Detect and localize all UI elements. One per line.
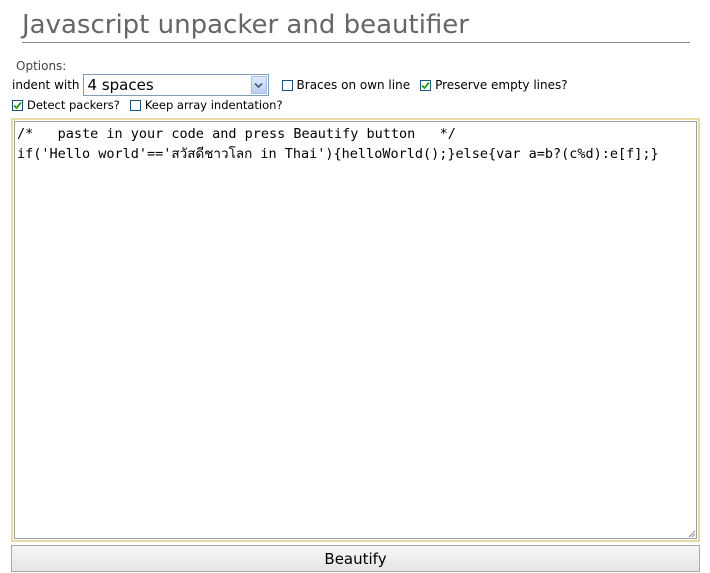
chevron-down-icon[interactable] [250, 76, 267, 94]
code-textarea-content[interactable]: /* paste in your code and press Beautify… [14, 121, 697, 539]
preserve-empty-lines-checkbox[interactable] [420, 79, 432, 91]
options-row-1: indent with 4 spaces Braces on own line … [12, 73, 578, 97]
resize-grip-icon[interactable] [687, 529, 696, 538]
keep-array-indentation-checkbox[interactable] [129, 99, 141, 111]
detect-packers-option[interactable]: Detect packers? [12, 98, 120, 112]
detect-packers-checkbox[interactable] [12, 99, 23, 111]
keep-array-indentation-label: Keep array indentation? [144, 98, 283, 112]
preserve-empty-lines-label: Preserve empty lines? [435, 78, 568, 92]
braces-own-line-option[interactable]: Braces on own line [281, 78, 411, 92]
checkmark-icon [13, 101, 22, 109]
beautify-button[interactable]: Beautify [11, 545, 700, 572]
braces-own-line-label: Braces on own line [296, 78, 411, 92]
checkmark-icon [421, 81, 430, 89]
keep-array-indentation-option[interactable]: Keep array indentation? [129, 98, 283, 112]
braces-own-line-checkbox[interactable] [281, 79, 293, 91]
detect-packers-label: Detect packers? [27, 98, 120, 112]
indent-label: indent with [12, 78, 80, 92]
indent-select[interactable]: 4 spaces [82, 74, 269, 96]
preserve-empty-lines-option[interactable]: Preserve empty lines? [420, 78, 568, 92]
code-textarea[interactable]: /* paste in your code and press Beautify… [11, 118, 700, 542]
options-legend: Options: [16, 59, 67, 73]
indent-select-value: 4 spaces [87, 76, 154, 94]
options-row-2: Detect packers? Keep array indentation? [12, 96, 293, 114]
page-title: Javascript unpacker and beautifier [22, 8, 690, 43]
page: Javascript unpacker and beautifier Optio… [0, 0, 710, 573]
